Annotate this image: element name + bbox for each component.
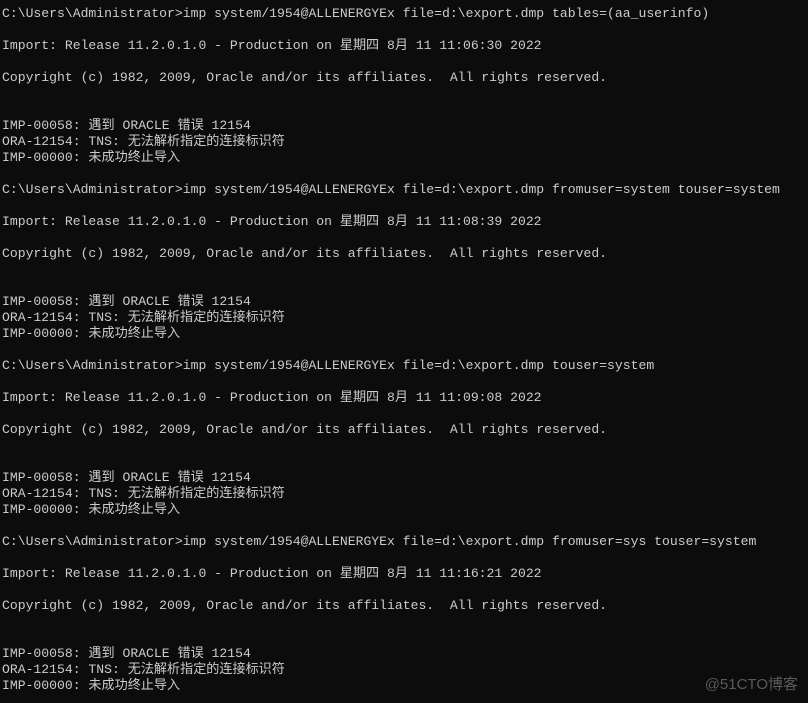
output-line: IMP-00000: 未成功终止导入: [2, 678, 181, 693]
output-line: ORA-12154: TNS: 无法解析指定的连接标识符: [2, 310, 285, 325]
command-line: C:\Users\Administrator>imp system/1954@A…: [2, 534, 757, 549]
output-line: Copyright (c) 1982, 2009, Oracle and/or …: [2, 70, 608, 85]
output-line: Copyright (c) 1982, 2009, Oracle and/or …: [2, 422, 608, 437]
output-line: Copyright (c) 1982, 2009, Oracle and/or …: [2, 246, 608, 261]
command-line: C:\Users\Administrator>imp system/1954@A…: [2, 182, 780, 197]
output-line: IMP-00058: 遇到 ORACLE 错误 12154: [2, 294, 251, 309]
watermark: @51CTO博客: [704, 676, 798, 693]
output-line: Import: Release 11.2.0.1.0 - Production …: [2, 38, 542, 53]
output-line: Import: Release 11.2.0.1.0 - Production …: [2, 390, 542, 405]
output-line: ORA-12154: TNS: 无法解析指定的连接标识符: [2, 486, 285, 501]
output-line: Copyright (c) 1982, 2009, Oracle and/or …: [2, 598, 608, 613]
output-line: ORA-12154: TNS: 无法解析指定的连接标识符: [2, 134, 285, 149]
terminal-output[interactable]: C:\Users\Administrator>imp system/1954@A…: [2, 6, 808, 703]
output-line: IMP-00058: 遇到 ORACLE 错误 12154: [2, 646, 251, 661]
output-line: Import: Release 11.2.0.1.0 - Production …: [2, 214, 542, 229]
output-line: ORA-12154: TNS: 无法解析指定的连接标识符: [2, 662, 285, 677]
output-line: IMP-00058: 遇到 ORACLE 错误 12154: [2, 118, 251, 133]
command-line: C:\Users\Administrator>imp system/1954@A…: [2, 358, 655, 373]
output-line: IMP-00058: 遇到 ORACLE 错误 12154: [2, 470, 251, 485]
output-line: Import: Release 11.2.0.1.0 - Production …: [2, 566, 542, 581]
command-line: C:\Users\Administrator>imp system/1954@A…: [2, 6, 710, 21]
output-line: IMP-00000: 未成功终止导入: [2, 150, 181, 165]
output-line: IMP-00000: 未成功终止导入: [2, 326, 181, 341]
output-line: IMP-00000: 未成功终止导入: [2, 502, 181, 517]
